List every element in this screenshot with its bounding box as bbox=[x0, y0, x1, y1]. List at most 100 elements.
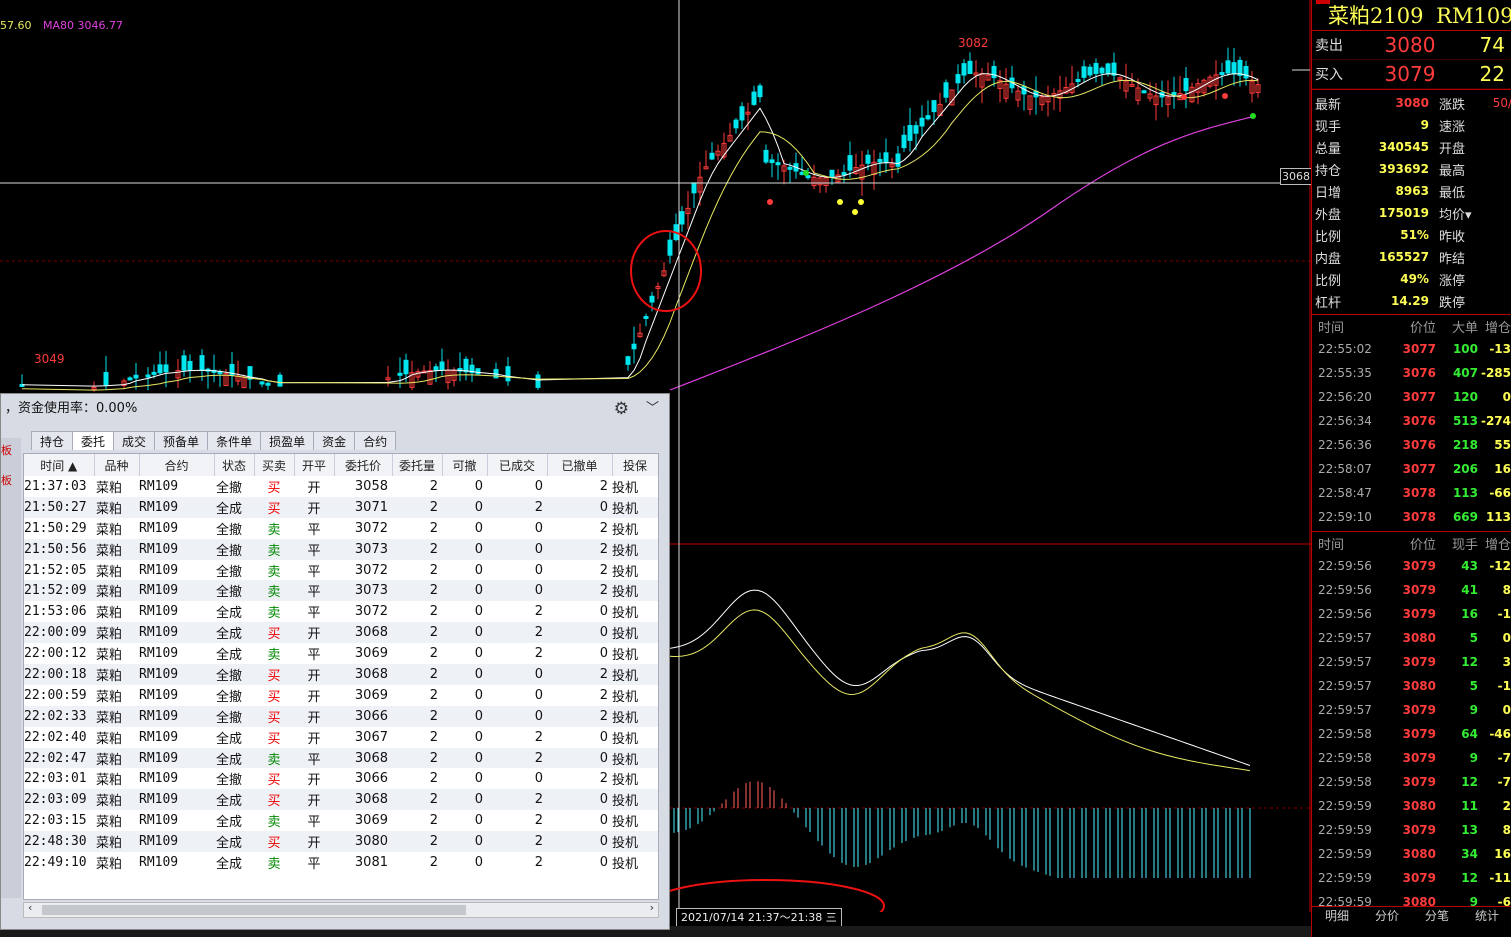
candle-down bbox=[1231, 62, 1237, 75]
big-order-row[interactable]: 22:56:34 3076 513 -274 bbox=[1312, 409, 1511, 433]
low-price-label: 3049 bbox=[34, 352, 65, 366]
table-cell: 0 bbox=[547, 496, 612, 518]
stat-row: 最新 3080 涨跌 50/ bbox=[1312, 92, 1511, 114]
order-window[interactable]: ，资金使用率：0.00% ⚙ ﹀ 板板 持仓 委托 成交 预备单 条件单 损盈单 资金 合约 … bbox=[0, 393, 670, 930]
candle-down bbox=[733, 119, 739, 129]
table-cell: 平 bbox=[307, 606, 321, 622]
table-row[interactable]: 22:02:40 菜粕 RM109 全成买开 3067 2 0 2 0 投机 bbox=[24, 727, 658, 748]
order-tab[interactable]: 损盈单 bbox=[260, 431, 315, 450]
detail-tab[interactable]: 分笔 bbox=[1412, 906, 1462, 926]
big-order-row[interactable]: 22:55:35 3076 407 -285 bbox=[1312, 361, 1511, 385]
horizontal-scrollbar[interactable]: ‹ › bbox=[23, 901, 659, 918]
detail-tab[interactable]: 统计 bbox=[1462, 906, 1511, 926]
scrollbar-thumb[interactable] bbox=[42, 905, 466, 915]
column-header[interactable]: 已成交 bbox=[487, 454, 548, 476]
order-tab[interactable]: 成交 bbox=[113, 431, 156, 450]
big-order-row[interactable]: 22:58:07 3077 206 16 bbox=[1312, 457, 1511, 481]
table-row[interactable]: 21:53:06 菜粕 RM109 全成卖平 3072 2 0 2 0 投机 bbox=[24, 601, 658, 622]
big-order-row[interactable]: 22:56:36 3076 218 55 bbox=[1312, 433, 1511, 457]
order-tab[interactable]: 委托 bbox=[72, 431, 115, 450]
table-row[interactable]: 21:52:09 菜粕 RM109 全撤卖平 3073 2 0 0 2 投机 bbox=[24, 580, 658, 602]
tick-row[interactable]: 22:59:59 3080 11 2 bbox=[1312, 794, 1511, 818]
column-header[interactable]: 投保 bbox=[612, 454, 658, 476]
big-order-row[interactable]: 22:59:10 3078 669 113 bbox=[1312, 505, 1511, 529]
scroll-left-icon[interactable]: ‹ bbox=[28, 901, 32, 914]
table-cell: 3071 bbox=[334, 496, 392, 518]
tick-row[interactable]: 22:59:59 3079 12 -11 bbox=[1312, 866, 1511, 890]
table-row[interactable]: 22:03:09 菜粕 RM109 全成买开 3068 2 0 2 0 投机 bbox=[24, 789, 658, 811]
tick-row[interactable]: 22:59:56 3079 43 -12 bbox=[1312, 554, 1511, 578]
column-header[interactable]: 时间 ▲ bbox=[24, 454, 95, 476]
table-row[interactable]: 21:50:29 菜粕 RM109 全撤卖平 3072 2 0 0 2 投机 bbox=[24, 518, 658, 539]
column-header[interactable]: 开平 bbox=[294, 454, 335, 476]
table-row[interactable]: 22:03:01 菜粕 RM109 全撤买开 3066 2 0 0 2 投机 bbox=[24, 768, 658, 789]
crosshair-price-tag: 3068 bbox=[1280, 168, 1312, 185]
table-row[interactable]: 22:48:30 菜粕 RM109 全成买开 3080 2 0 2 0 投机 bbox=[24, 831, 658, 853]
table-cell: 22:02:33 bbox=[24, 705, 94, 727]
stat-value: 8963 bbox=[1395, 184, 1429, 198]
order-tab[interactable]: 预备单 bbox=[154, 431, 209, 450]
table-row[interactable]: 22:03:15 菜粕 RM109 全成卖平 3069 2 0 2 0 投机 bbox=[24, 810, 658, 831]
tick-row[interactable]: 22:59:56 3079 41 8 bbox=[1312, 578, 1511, 602]
candle-down bbox=[1219, 72, 1225, 76]
chevron-down-icon[interactable]: ﹀ bbox=[646, 394, 659, 424]
column-header[interactable]: 可撤 bbox=[442, 454, 488, 476]
column-header[interactable]: 合约 bbox=[139, 454, 215, 476]
big-order-row[interactable]: 22:55:02 3077 100 -13 bbox=[1312, 337, 1511, 361]
tick-detail-table[interactable]: 时间 价位 现手 增仓 22:59:56 3079 43 -12 22:59:56 3079 41… bbox=[1312, 531, 1511, 914]
tick-row[interactable]: 22:59:57 3080 5 0 bbox=[1312, 626, 1511, 650]
tick-row[interactable]: 22:59:59 3079 13 8 bbox=[1312, 818, 1511, 842]
detail-tab[interactable]: 分价 bbox=[1362, 906, 1412, 926]
big-order-row[interactable]: 22:56:20 3077 120 0 bbox=[1312, 385, 1511, 409]
order-tab[interactable]: 持仓 bbox=[31, 431, 74, 450]
column-header[interactable]: 委托价 bbox=[334, 454, 393, 476]
order-tab[interactable]: 合约 bbox=[354, 431, 397, 450]
table-row[interactable]: 21:50:27 菜粕 RM109 全成买开 3071 2 0 2 0 投机 bbox=[24, 496, 658, 518]
candle-down bbox=[775, 162, 781, 166]
table-row[interactable]: 21:37:03 菜粕 RM109 全撤买开 3058 2 0 0 2 投机 bbox=[24, 476, 658, 497]
column-header[interactable]: 品种 bbox=[94, 454, 140, 476]
table-row[interactable]: 22:02:47 菜粕 RM109 全成卖平 3068 2 0 2 0 投机 bbox=[24, 747, 658, 769]
table-row[interactable]: 22:00:18 菜粕 RM109 全撤买开 3068 2 0 0 2 投机 bbox=[24, 664, 658, 685]
tick-row[interactable]: 22:59:57 3079 12 3 bbox=[1312, 650, 1511, 674]
tick-row[interactable]: 22:59:59 3080 34 16 bbox=[1312, 842, 1511, 866]
tick-volume: 43 bbox=[1461, 559, 1478, 573]
tick-row[interactable]: 22:59:57 3079 9 0 bbox=[1312, 698, 1511, 722]
column-header[interactable]: 买卖 bbox=[254, 454, 295, 476]
candle-down bbox=[763, 149, 769, 163]
table-row[interactable]: 21:50:56 菜粕 RM109 全撤卖平 3073 2 0 0 2 投机 bbox=[24, 538, 658, 560]
tick-row[interactable]: 22:59:57 3080 5 -1 bbox=[1312, 674, 1511, 698]
big-orders-table[interactable]: 时间 价位 大单 增仓 22:55:02 3077 100 -13 22:55:35 3076 4… bbox=[1312, 314, 1511, 529]
table-cell: 22:48:30 bbox=[24, 831, 94, 853]
table-row[interactable]: 22:00:09 菜粕 RM109 全成买开 3068 2 0 2 0 投机 bbox=[24, 622, 658, 644]
table-cell: RM109 bbox=[139, 604, 179, 620]
tick-row[interactable]: 22:59:58 3079 12 -7 bbox=[1312, 770, 1511, 794]
table-row[interactable]: 22:49:10 菜粕 RM109 全成卖平 3081 2 0 2 0 投机 bbox=[24, 852, 658, 873]
tick-row[interactable]: 22:59:58 3079 9 -7 bbox=[1312, 746, 1511, 770]
big-order-row[interactable]: 22:58:47 3078 113 -66 bbox=[1312, 481, 1511, 505]
table-row[interactable]: 22:02:33 菜粕 RM109 全撤买开 3066 2 0 0 2 投机 bbox=[24, 705, 658, 727]
table-row[interactable]: 22:00:12 菜粕 RM109 全成卖平 3069 2 0 2 0 投机 bbox=[24, 643, 658, 664]
table-cell: 0 bbox=[534, 478, 543, 494]
orders-table[interactable]: 时间 ▲ 品种 合约 状态 买卖 开平 委托价 委托量 可撤 已成交 已撤单 投保 21:37:03 菜… bbox=[23, 453, 659, 900]
detail-tab[interactable]: 明细 bbox=[1312, 906, 1362, 926]
tick-detail-header: 时间 价位 现手 增仓 bbox=[1312, 532, 1511, 554]
order-tab[interactable]: 条件单 bbox=[207, 431, 262, 450]
detail-tabs: 明细 分价 分笔 统计 bbox=[1312, 906, 1511, 926]
table-row[interactable]: 22:00:59 菜粕 RM109 全撤买开 3069 2 0 0 2 投机 bbox=[24, 685, 658, 706]
column-header[interactable]: 已撤单 bbox=[547, 454, 613, 476]
table-cell: 0 bbox=[442, 496, 487, 518]
scroll-right-icon[interactable]: › bbox=[650, 901, 654, 914]
order-tab[interactable]: 资金 bbox=[313, 431, 356, 450]
column-header[interactable]: 状态 bbox=[214, 454, 255, 476]
table-cell: 菜粕 bbox=[94, 496, 139, 518]
candle-down bbox=[181, 355, 187, 371]
table-cell: RM109 bbox=[139, 705, 214, 727]
tick-row[interactable]: 22:59:56 3079 16 -1 bbox=[1312, 602, 1511, 626]
tick-oi: 2 bbox=[1502, 799, 1511, 813]
gear-icon[interactable]: ⚙ bbox=[614, 394, 629, 424]
order-window-tabs: 持仓 委托 成交 预备单 条件单 损盈单 资金 合约 bbox=[31, 431, 397, 450]
column-header[interactable]: 委托量 bbox=[392, 454, 443, 476]
table-row[interactable]: 21:52:05 菜粕 RM109 全撤卖平 3072 2 0 0 2 投机 bbox=[24, 560, 658, 581]
tick-row[interactable]: 22:59:58 3079 64 -46 bbox=[1312, 722, 1511, 746]
